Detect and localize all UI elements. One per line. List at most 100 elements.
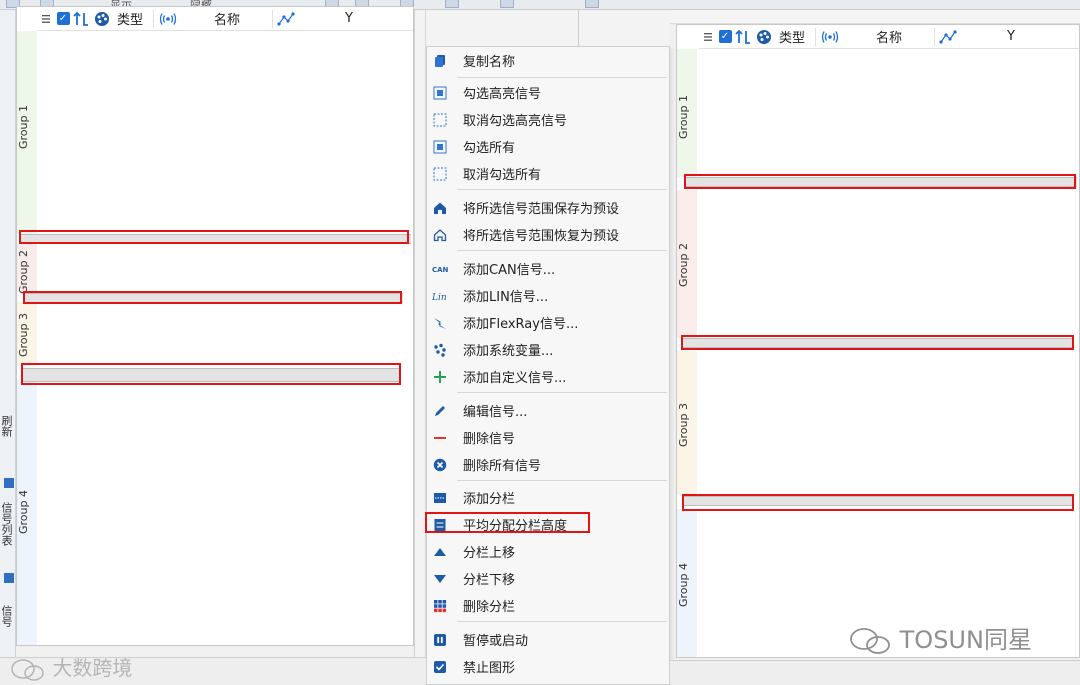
toolbar-button-icon[interactable]	[585, 0, 599, 8]
sort-icon[interactable]	[733, 29, 753, 45]
checkbox-all-icon[interactable]: ✓	[55, 11, 71, 27]
menu-item-edit-signal[interactable]: 编辑信号...	[427, 397, 669, 424]
menu-item-move-split-up[interactable]: 分栏上移	[427, 538, 669, 565]
watermark-right: TOSUN同星	[848, 620, 1032, 656]
svg-text:CAN: CAN	[432, 266, 448, 274]
edge-blue-icon	[4, 573, 14, 583]
home-outline-icon	[432, 227, 448, 243]
menu-item-check-all[interactable]: 勾选所有	[427, 133, 669, 160]
grid-delete-icon	[432, 598, 448, 614]
group-label: Group 1	[17, 105, 30, 149]
group-label: Group 2	[17, 250, 30, 294]
right-window-topbar	[670, 10, 1080, 24]
menu-separator	[457, 77, 667, 78]
scatter-icon[interactable]	[935, 29, 961, 45]
can-icon: CAN	[432, 261, 448, 277]
sort-icon[interactable]	[71, 11, 91, 27]
add-split-icon	[432, 490, 448, 506]
highlight-box	[21, 363, 401, 385]
menu-item-delete-all-signals[interactable]: 删除所有信号	[427, 451, 669, 478]
highlight-box	[425, 512, 590, 533]
delete-all-icon	[432, 457, 448, 473]
edge-fragment-text: 信号列表	[0, 502, 13, 546]
arrow-down-icon	[432, 571, 448, 587]
menu-item-delete-split[interactable]: 删除分栏	[427, 592, 669, 619]
uncheck-highlight-icon	[432, 112, 448, 128]
menu-separator	[457, 392, 667, 393]
pencil-icon	[432, 403, 448, 419]
arrow-up-icon	[432, 544, 448, 560]
disable-graph-icon	[432, 659, 448, 675]
system-variable-icon	[432, 342, 448, 358]
menu-separator	[457, 250, 667, 251]
toolbar-button-icon[interactable]	[445, 0, 459, 8]
column-name-header[interactable]: 名称	[182, 9, 272, 28]
group-label: Group 1	[677, 95, 690, 139]
wechat-logo-icon	[11, 658, 44, 681]
menu-item-add-custom-signal[interactable]: 添加自定义信号...	[427, 363, 669, 390]
minus-icon	[432, 430, 448, 446]
wechat-logo-icon	[850, 628, 890, 654]
signal-wave-icon[interactable]	[816, 29, 844, 45]
list-icon[interactable]	[37, 11, 55, 27]
left-edge-window: 刷新 信号列表 信号	[0, 10, 16, 670]
check-highlight-icon	[432, 85, 448, 101]
edge-blue-icon	[4, 478, 14, 488]
middle-gutter	[414, 10, 426, 665]
home-filled-icon	[432, 200, 448, 216]
menu-item-copy-name[interactable]: 复制名称	[427, 47, 669, 74]
middle-top-area	[426, 10, 670, 46]
highlight-box	[19, 230, 409, 244]
group-label: Group 3	[17, 313, 30, 357]
column-type-header[interactable]: 类型	[113, 9, 153, 28]
watermark-left: 大数跨境	[10, 652, 132, 682]
group-label: Group 4	[677, 563, 690, 607]
right-bottom-strip	[670, 660, 1080, 685]
pause-icon	[432, 632, 448, 648]
copy-icon	[432, 53, 448, 69]
lin-icon: Lin	[432, 288, 448, 304]
column-y-header[interactable]: Y	[299, 11, 399, 26]
menu-item-move-split-down[interactable]: 分栏下移	[427, 565, 669, 592]
menu-separator	[457, 480, 667, 481]
menu-item-delete-signal[interactable]: 删除信号	[427, 424, 669, 451]
column-type-header[interactable]: 类型	[775, 27, 815, 46]
edge-fragment-text: 刷新	[0, 415, 13, 437]
left-signal-panel: ✓ 类型 名称 Y Group 1 Group 2 Group 3 Group …	[16, 6, 414, 646]
menu-item-uncheck-highlight[interactable]: 取消勾选高亮信号	[427, 106, 669, 133]
highlight-box	[23, 291, 402, 304]
menu-separator	[457, 189, 667, 190]
palette-icon[interactable]	[753, 29, 775, 45]
edge-fragment-text: 信号	[0, 605, 13, 627]
menu-item-add-lin[interactable]: Lin 添加LIN信号...	[427, 282, 669, 309]
left-panel-header: ✓ 类型 名称 Y	[17, 6, 413, 31]
right-panel-header: ✓ 类型 名称 Y	[677, 24, 1079, 49]
menu-item-check-highlight[interactable]: 勾选高亮信号	[427, 79, 669, 106]
menu-item-uncheck-all[interactable]: 取消勾选所有	[427, 160, 669, 187]
highlight-box	[684, 174, 1076, 189]
menu-item-add-can[interactable]: CAN 添加CAN信号...	[427, 255, 669, 282]
menu-item-add-flexray[interactable]: 添加FlexRay信号...	[427, 309, 669, 336]
svg-text:Lin: Lin	[432, 293, 447, 302]
menu-item-save-preset[interactable]: 将所选信号范围保存为预设	[427, 194, 669, 221]
menu-item-pause-start[interactable]: 暂停或启动	[427, 626, 669, 653]
highlight-box	[682, 494, 1074, 511]
palette-icon[interactable]	[91, 11, 113, 27]
checkbox-all-icon[interactable]: ✓	[717, 29, 733, 45]
signal-wave-icon[interactable]	[154, 11, 182, 27]
uncheck-all-icon	[432, 166, 448, 182]
menu-item-add-split[interactable]: 添加分栏	[427, 484, 669, 511]
menu-item-restore-preset[interactable]: 将所选信号范围恢复为预设	[427, 221, 669, 248]
toolbar-button-icon[interactable]	[500, 0, 514, 8]
group-label: Group 4	[17, 490, 30, 534]
column-y-header[interactable]: Y	[961, 29, 1061, 44]
scatter-icon[interactable]	[273, 11, 299, 27]
list-icon[interactable]	[699, 29, 717, 45]
menu-item-add-system-variable[interactable]: 添加系统变量...	[427, 336, 669, 363]
flexray-icon	[432, 315, 448, 331]
menu-item-disable-graph[interactable]: 禁止图形	[427, 653, 669, 680]
check-all-icon	[432, 139, 448, 155]
column-name-header[interactable]: 名称	[844, 27, 934, 46]
plus-icon	[432, 369, 448, 385]
group-label: Group 2	[677, 243, 690, 287]
